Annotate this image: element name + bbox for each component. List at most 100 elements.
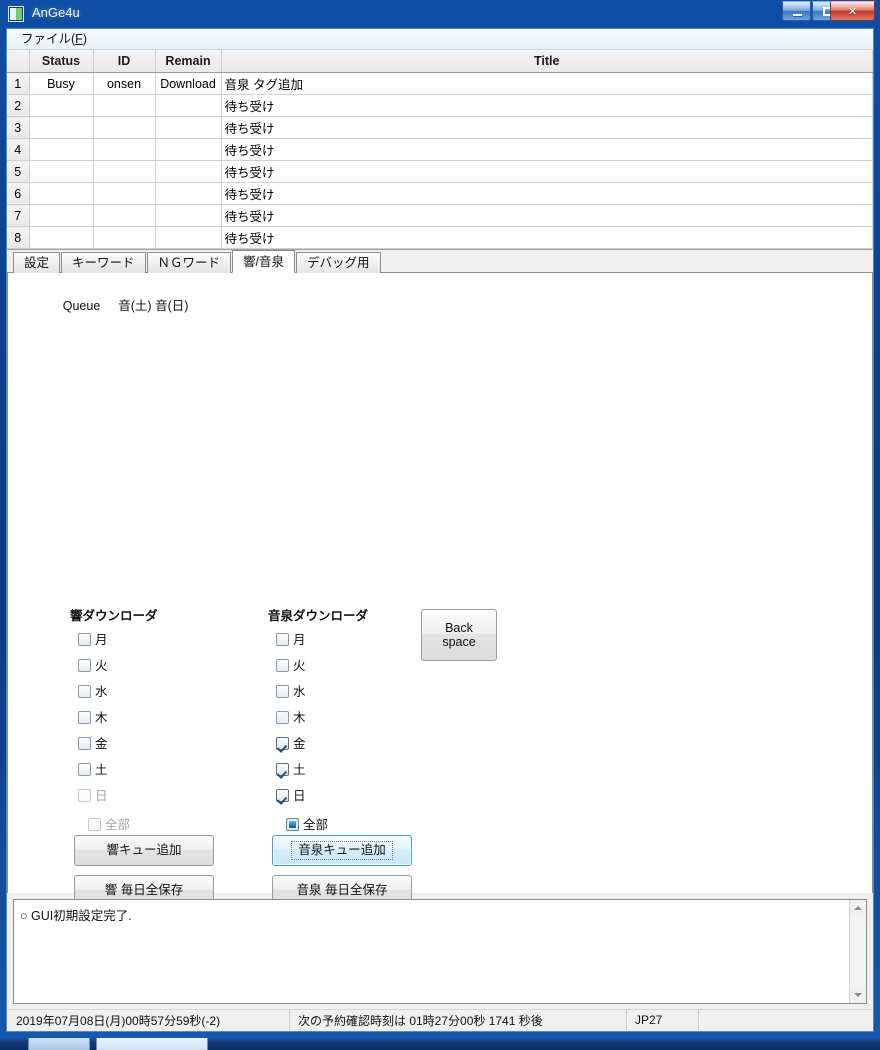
title-bar[interactable]: AnGe4u ✕ [0,0,880,28]
backspace-button[interactable]: Back space [421,609,497,661]
cell-title[interactable]: 音泉 タグ追加 [221,72,873,95]
right-queue-add-button[interactable]: 音泉キュー追加 [272,835,412,866]
cell-remain[interactable] [155,204,222,227]
tab-3[interactable]: ＮＧワード [146,252,232,273]
left-day-2-box[interactable] [78,659,91,672]
table-row[interactable]: 6 待ち受け [7,182,873,205]
left-day-checkbox-7[interactable]: 日 [78,785,108,804]
tab-4[interactable]: 響/音泉 [232,250,296,273]
cell-status[interactable] [29,116,94,139]
taskbar-button-1[interactable] [28,1037,90,1050]
table-row[interactable]: 4 待ち受け [7,138,873,161]
grid-header-remain[interactable]: Remain [155,50,222,73]
left-day-checkbox-1[interactable]: 月 [78,629,108,648]
right-day-3-box[interactable] [276,685,289,698]
row-number[interactable]: 6 [7,182,30,205]
left-day-checkbox-6[interactable]: 土 [78,759,108,778]
taskbar-button-2[interactable] [96,1037,208,1050]
cell-id[interactable] [93,182,156,205]
cell-remain[interactable] [155,94,222,117]
row-number[interactable]: 2 [7,94,30,117]
cell-remain[interactable] [155,182,222,205]
right-day-1-box[interactable] [276,633,289,646]
cell-status[interactable]: Busy [29,72,94,95]
cell-title[interactable]: 待ち受け [221,226,873,249]
table-row[interactable]: 2 待ち受け [7,94,873,117]
right-day-checkbox-5[interactable]: 金 [276,733,306,752]
left-day-1-box[interactable] [78,633,91,646]
cell-remain[interactable] [155,116,222,139]
right-day-checkbox-7[interactable]: 日 [276,785,306,804]
grid-header-status[interactable]: Status [29,50,94,73]
row-number[interactable]: 3 [7,116,30,139]
cell-id[interactable] [93,160,156,183]
minimize-button[interactable] [782,1,811,21]
log-panel[interactable]: ○ GUI初期設定完了. [13,899,867,1004]
tab-1[interactable]: 設定 [13,252,61,273]
row-number[interactable]: 1 [7,72,30,95]
queue-grid[interactable]: Status ID Remain Title 1 Busy onsen Downloa… [7,50,873,250]
row-number[interactable]: 8 [7,226,30,249]
cell-status[interactable] [29,94,94,117]
left-all-box[interactable] [88,818,101,831]
right-day-7-box[interactable] [276,789,289,802]
close-button[interactable]: ✕ [830,1,875,21]
row-number[interactable]: 5 [7,160,30,183]
right-day-6-box[interactable] [276,763,289,776]
row-number[interactable]: 7 [7,204,30,227]
cell-remain[interactable] [155,160,222,183]
table-row[interactable]: 8 待ち受け [7,226,873,249]
cell-status[interactable] [29,204,94,227]
table-row[interactable]: 1 Busy onsen Download 音泉 タグ追加 [7,72,873,95]
left-all-checkbox[interactable]: 全部 [88,814,130,833]
cell-status[interactable] [29,138,94,161]
cell-status[interactable] [29,182,94,205]
right-day-checkbox-4[interactable]: 木 [276,707,306,726]
cell-id[interactable]: onsen [93,72,156,95]
right-day-4-box[interactable] [276,711,289,724]
tab-5[interactable]: デバッグ用 [296,252,381,273]
tab-2[interactable]: キーワード [61,252,146,273]
cell-title[interactable]: 待ち受け [221,94,873,117]
cell-status[interactable] [29,226,94,249]
left-day-checkbox-4[interactable]: 木 [78,707,108,726]
cell-remain[interactable] [155,138,222,161]
left-day-4-box[interactable] [78,711,91,724]
right-day-5-box[interactable] [276,737,289,750]
grid-header-corner[interactable] [7,50,30,73]
right-all-checkbox[interactable]: 全部 [286,814,328,833]
left-day-7-box[interactable] [78,789,91,802]
left-day-6-box[interactable] [78,763,91,776]
right-day-checkbox-3[interactable]: 水 [276,681,306,700]
right-day-checkbox-2[interactable]: 火 [276,655,306,674]
cell-title[interactable]: 待ち受け [221,138,873,161]
left-day-3-box[interactable] [78,685,91,698]
cell-title[interactable]: 待ち受け [221,204,873,227]
cell-id[interactable] [93,94,156,117]
left-day-5-box[interactable] [78,737,91,750]
cell-id[interactable] [93,204,156,227]
grid-header-title[interactable]: Title [221,50,873,73]
cell-title[interactable]: 待ち受け [221,160,873,183]
cell-id[interactable] [93,138,156,161]
right-all-box[interactable] [286,818,299,831]
cell-id[interactable] [93,226,156,249]
cell-title[interactable]: 待ち受け [221,182,873,205]
left-queue-add-button[interactable]: 響キュー追加 [74,835,214,866]
cell-title[interactable]: 待ち受け [221,116,873,139]
row-number[interactable]: 4 [7,138,30,161]
left-day-checkbox-3[interactable]: 水 [78,681,108,700]
table-row[interactable]: 5 待ち受け [7,160,873,183]
table-row[interactable]: 7 待ち受け [7,204,873,227]
cell-status[interactable] [29,160,94,183]
left-day-checkbox-2[interactable]: 火 [78,655,108,674]
scroll-up-icon[interactable] [850,900,866,916]
cell-remain[interactable] [155,226,222,249]
grid-header-id[interactable]: ID [93,50,156,73]
table-row[interactable]: 3 待ち受け [7,116,873,139]
scroll-down-icon[interactable] [850,987,866,1003]
right-day-2-box[interactable] [276,659,289,672]
right-day-checkbox-6[interactable]: 土 [276,759,306,778]
menu-item-file[interactable]: ファイル(F) [17,29,91,49]
log-scrollbar[interactable] [849,900,866,1003]
